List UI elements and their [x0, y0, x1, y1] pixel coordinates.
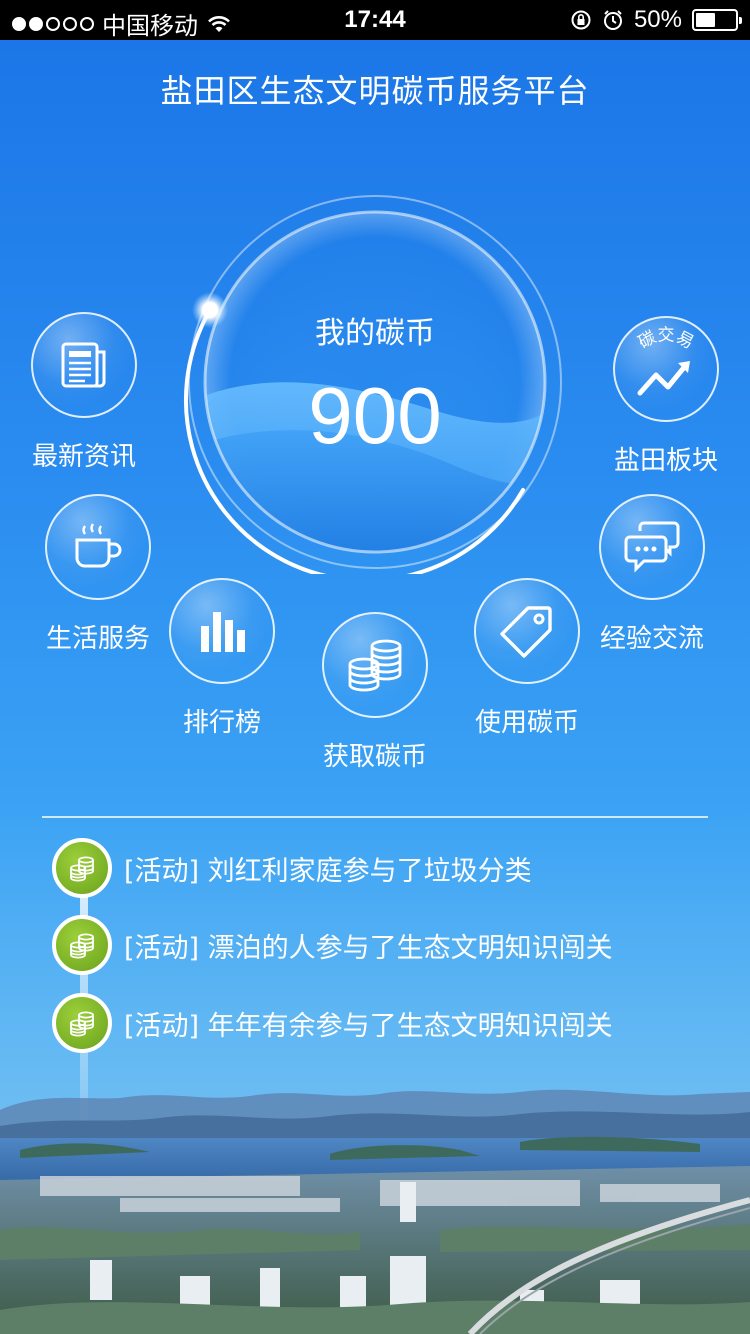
battery-icon	[692, 9, 742, 31]
activity-text: [活动] 年年有余参与了生态文明知识闯关	[124, 1010, 613, 1042]
get-coin-label: 获取碳币	[322, 742, 427, 772]
activity-item[interactable]: [活动] 漂泊的人参与了生态文明知识闯关	[52, 915, 613, 975]
coin-balance: 900	[308, 371, 442, 460]
activity-text: [活动] 刘红利家庭参与了垃圾分类	[124, 855, 532, 887]
price-tag-icon	[500, 606, 552, 658]
activity-text: [活动] 漂泊的人参与了生态文明知识闯关	[124, 932, 613, 964]
bar-chart-icon	[201, 612, 245, 652]
city-harbor-landscape-image	[0, 1089, 750, 1334]
activity-item[interactable]: [活动] 年年有余参与了生态文明知识闯关	[52, 993, 613, 1053]
coin-stack-badge-icon	[52, 915, 112, 975]
section-divider	[42, 816, 708, 818]
news-label: 最新资讯	[31, 442, 136, 472]
carbon-trade-badge: 碳交易	[635, 325, 697, 352]
coin-stack-badge-icon	[52, 993, 112, 1053]
status-bar: 中国移动 17:44 50%	[0, 0, 750, 40]
coin-label: 我的碳币	[315, 316, 435, 351]
yantian-section-label: 盐田板块	[613, 446, 718, 476]
alarm-icon	[603, 10, 622, 30]
page-title: 盐田区生态文明碳币服务平台	[160, 72, 590, 110]
carbon-trade-chart-icon: 碳交易	[635, 325, 697, 396]
coin-stack-icon	[348, 639, 402, 692]
carbon-coin-gauge[interactable]: 我的碳币 900	[183, 190, 567, 574]
chat-bubbles-icon	[624, 521, 680, 573]
news-button[interactable]: 最新资讯	[0, 312, 174, 473]
yantian-section-button[interactable]: 碳交易 盐田板块	[576, 316, 750, 477]
battery-percent: 50%	[633, 6, 682, 33]
rotation-lock-icon	[571, 10, 591, 30]
activity-item[interactable]: [活动] 刘红利家庭参与了垃圾分类	[52, 838, 532, 898]
coffee-cup-icon	[75, 523, 122, 568]
coin-stack-badge-icon	[52, 838, 112, 898]
newspaper-icon	[61, 342, 106, 388]
get-coin-button[interactable]: 获取碳币	[285, 612, 465, 773]
